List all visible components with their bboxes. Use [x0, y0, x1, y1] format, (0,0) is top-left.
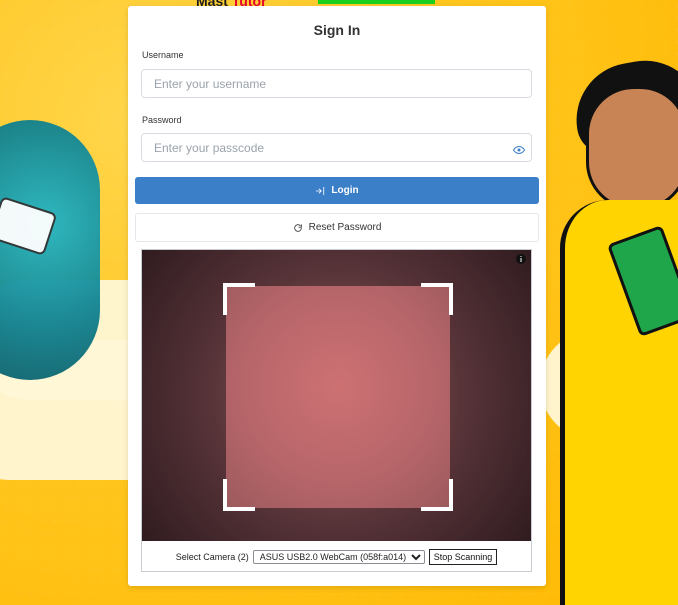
page-title: Sign In — [313, 22, 361, 38]
camera-select-label: Select Camera (2) — [175, 552, 249, 562]
sign-in-card: Sign In Username Password Login Reset Pa… — [128, 6, 546, 586]
username-label: Username — [142, 50, 184, 60]
scan-region — [223, 283, 453, 511]
login-button-label: Login — [331, 185, 359, 196]
qr-scanner: Select Camera (2) ASUS USB2.0 WebCam (05… — [141, 249, 532, 572]
right-character-illustration — [552, 40, 678, 605]
scan-corner-top-left — [223, 283, 255, 315]
scan-corner-bottom-left — [223, 479, 255, 511]
username-input[interactable] — [141, 69, 532, 98]
password-input[interactable] — [141, 133, 532, 162]
reset-password-button[interactable]: Reset Password — [135, 213, 539, 242]
stop-scanning-button[interactable]: Stop Scanning — [428, 549, 498, 565]
scan-corner-top-right — [421, 283, 453, 315]
info-icon[interactable] — [515, 252, 527, 264]
top-green-bar — [318, 0, 435, 4]
login-icon — [315, 186, 325, 196]
login-button[interactable]: Login — [135, 177, 539, 204]
scan-corner-bottom-right — [421, 479, 453, 511]
left-illustration — [0, 120, 100, 380]
password-label: Password — [142, 115, 182, 125]
reset-icon — [293, 223, 303, 233]
eye-icon[interactable] — [512, 143, 526, 155]
character-head — [586, 86, 678, 210]
reset-password-label: Reset Password — [308, 222, 382, 233]
scanner-controls: Select Camera (2) ASUS USB2.0 WebCam (05… — [142, 548, 531, 566]
camera-preview — [142, 250, 531, 541]
camera-select[interactable]: ASUS USB2.0 WebCam (058f:a014) — [252, 550, 425, 564]
